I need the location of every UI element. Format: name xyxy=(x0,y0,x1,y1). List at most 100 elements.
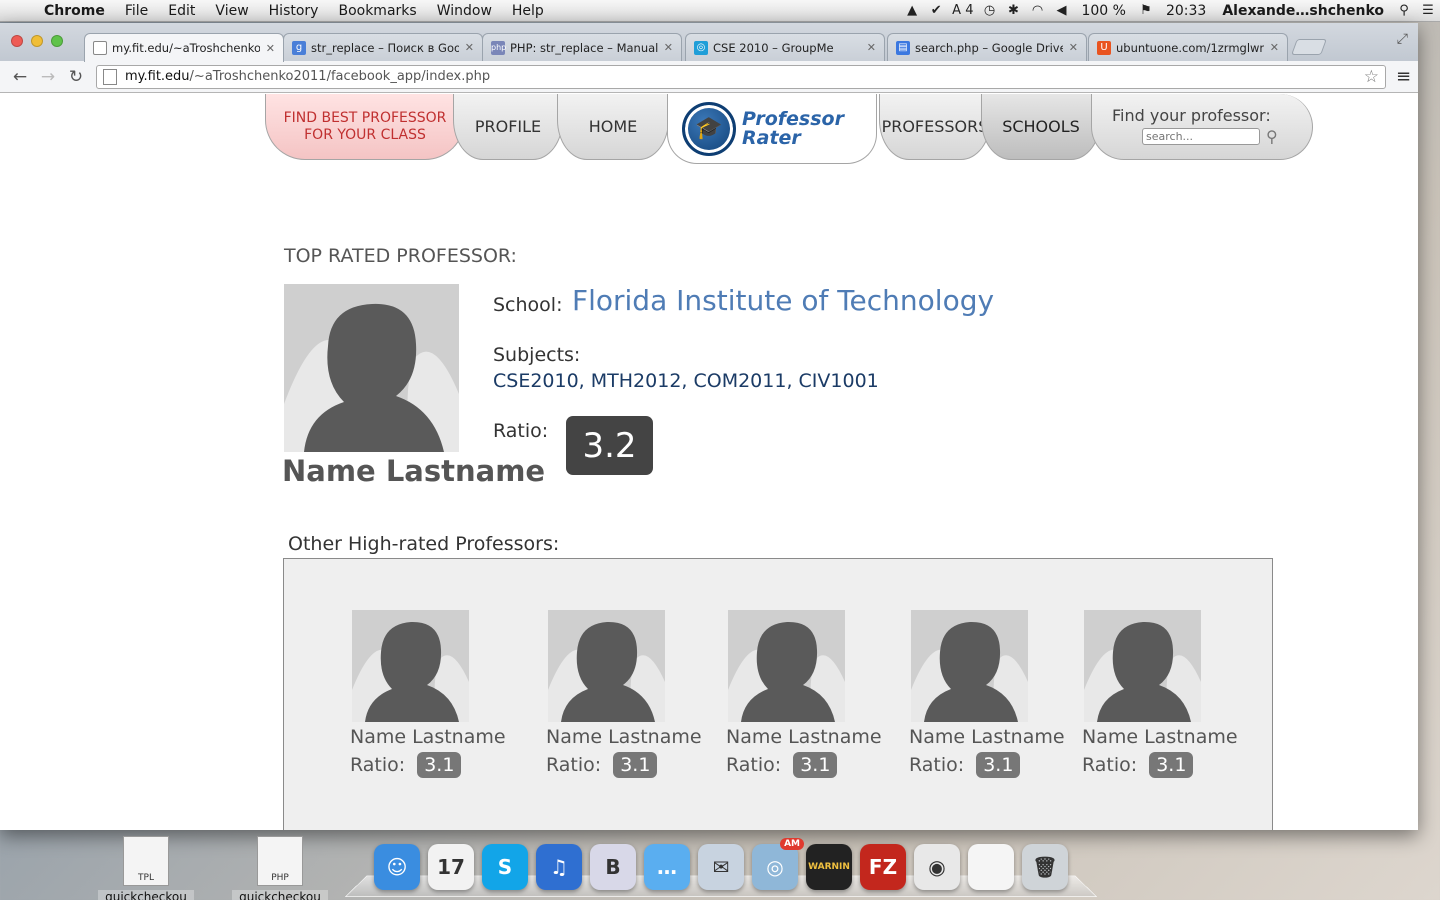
finder-icon[interactable]: ☺ xyxy=(374,844,420,890)
messages-icon[interactable]: … xyxy=(644,844,690,890)
address-bar[interactable]: my.fit.edu/~aTroshchenko2011/facebook_ap… xyxy=(96,64,1386,89)
desktop-file-tpl[interactable]: TPL quickcheckou xyxy=(98,836,194,900)
nav-schools[interactable]: SCHOOLS xyxy=(981,94,1101,160)
menu-bookmarks[interactable]: Bookmarks xyxy=(328,3,426,19)
itunes-icon[interactable]: ♫ xyxy=(536,844,582,890)
adobe-icon[interactable]: A 4 xyxy=(948,3,977,18)
google-drive-icon[interactable]: ▲ xyxy=(900,3,924,18)
tab-title: my.fit.edu/~aTroshchenko20 xyxy=(112,41,260,55)
mail-icon[interactable]: ✉ xyxy=(698,844,744,890)
menu-app-name[interactable]: Chrome xyxy=(40,3,115,19)
professor-ratio-badge: 3.1 xyxy=(976,752,1021,778)
professor-card[interactable]: Name Lastname Ratio: 3.1 xyxy=(1082,610,1242,778)
ubuntuone-favicon-icon: U xyxy=(1097,40,1111,55)
top-professor-name[interactable]: Name Lastname xyxy=(282,454,545,488)
professor-card[interactable]: Name Lastname Ratio: 3.1 xyxy=(726,610,886,778)
close-tab-icon[interactable]: ✕ xyxy=(867,41,876,54)
tab-4[interactable]: ▤ search.php – Google Drive ✕ xyxy=(887,33,1087,61)
site-logo[interactable]: 🎓 Professor Rater xyxy=(667,94,877,164)
clock[interactable]: 20:33 xyxy=(1158,3,1214,19)
time-machine-icon[interactable]: ◷ xyxy=(977,3,1001,18)
sequel-icon[interactable]: ◎ AM xyxy=(752,838,804,890)
professor-ratio-badge: 3.1 xyxy=(1149,752,1194,778)
chrome-menu-icon[interactable]: ≡ xyxy=(1396,66,1411,87)
close-window-icon[interactable] xyxy=(11,35,23,47)
tab-title: PHP: str_replace – Manual xyxy=(510,40,658,55)
professor-ratio-badge: 3.1 xyxy=(417,752,462,778)
calendar-icon[interactable]: 17 xyxy=(428,844,474,890)
forward-icon[interactable]: → xyxy=(34,67,62,87)
tab-title: search.php – Google Drive xyxy=(915,40,1063,55)
tab-0[interactable]: my.fit.edu/~aTroshchenko20 ✕ xyxy=(84,33,284,62)
close-tab-icon[interactable]: ✕ xyxy=(664,41,673,54)
nav-find-best-professor[interactable]: FIND BEST PROFESSOR FOR YOUR CLASS xyxy=(265,94,465,160)
logo-line1: Professor xyxy=(742,107,844,130)
professor-photo xyxy=(548,610,665,722)
tab-5[interactable]: U ubuntuone.com/1zrmglwnlA ✕ xyxy=(1088,33,1288,61)
menu-history[interactable]: History xyxy=(259,3,329,19)
school-label: School: xyxy=(493,294,563,316)
menu-window[interactable]: Window xyxy=(427,3,502,19)
skype-icon[interactable]: S xyxy=(482,844,528,890)
url-path: /~aTroshchenko2011/facebook_app/index.ph… xyxy=(189,69,491,84)
subjects-label: Subjects: xyxy=(493,344,581,366)
top-professor-photo xyxy=(284,284,459,452)
nav-home[interactable]: HOME xyxy=(557,94,669,160)
adobe-badge: 4 xyxy=(965,3,974,18)
trash-icon[interactable]: 🗑 xyxy=(1022,844,1068,890)
checkmark-icon[interactable]: ✔ xyxy=(924,3,948,18)
dock: ☺ 17 S ♫ B… ✉ ◎ AM WARNIN FZ ◉ 🗑 xyxy=(356,834,1086,900)
nav-profile[interactable]: PROFILE xyxy=(453,94,563,160)
close-tab-icon[interactable]: ✕ xyxy=(1069,41,1078,54)
professor-photo xyxy=(352,610,469,722)
professor-search-input[interactable] xyxy=(1142,127,1260,145)
menu-bar: Chrome File Edit View History Bookmarks … xyxy=(0,0,1440,22)
menu-file[interactable]: File xyxy=(115,3,158,19)
tab-3[interactable]: ◎ CSE 2010 – GroupMe ✕ xyxy=(685,33,885,61)
battery-status[interactable]: 100 % xyxy=(1073,3,1133,19)
spotlight-icon[interactable]: ⚲ xyxy=(1392,3,1416,18)
close-tab-icon[interactable]: ✕ xyxy=(266,42,275,55)
professor-ratio-label: Ratio: xyxy=(546,754,602,776)
professor-name: Name Lastname xyxy=(909,726,1065,748)
professor-card[interactable]: Name Lastname Ratio: 3.1 xyxy=(350,610,510,778)
desktop-file-php[interactable]: PHP quickcheckou xyxy=(232,836,328,900)
user-name[interactable]: Alexande…shchenko xyxy=(1214,3,1392,19)
groupme-favicon-icon: ◎ xyxy=(694,40,708,55)
bbedit-icon[interactable]: B xyxy=(590,844,636,890)
bookmark-star-icon[interactable]: ☆ xyxy=(1364,67,1379,87)
console-icon[interactable]: WARNIN xyxy=(806,844,852,890)
close-tab-icon[interactable]: ✕ xyxy=(465,41,474,54)
bluetooth-icon[interactable]: ✱ xyxy=(1001,3,1025,18)
tab-title: str_replace – Поиск в Google xyxy=(311,40,459,55)
nav-professors[interactable]: PROFESSORS xyxy=(879,94,991,160)
professor-card[interactable]: Name Lastname Ratio: 3.1 xyxy=(909,610,1069,778)
search-icon[interactable]: ⚲ xyxy=(1266,128,1278,145)
menu-help[interactable]: Help xyxy=(502,3,554,19)
minimize-window-icon[interactable] xyxy=(31,35,43,47)
filezilla-icon[interactable]: FZ xyxy=(860,844,906,890)
professor-card[interactable]: Name Lastname Ratio: 3.1 xyxy=(546,610,706,778)
professor-search-panel: Find your professor: ⚲ xyxy=(1091,94,1313,160)
back-icon[interactable]: ← xyxy=(6,67,34,87)
chrome-icon[interactable]: ◉ xyxy=(914,844,960,890)
fullscreen-icon[interactable]: ⤢ xyxy=(1397,31,1408,47)
new-tab-button[interactable] xyxy=(1291,39,1327,55)
window-controls xyxy=(11,35,63,47)
notifications-icon[interactable]: ☰ xyxy=(1416,3,1440,18)
school-link[interactable]: Florida Institute of Technology xyxy=(572,284,994,317)
document-icon[interactable] xyxy=(968,844,1014,890)
tab-strip: my.fit.edu/~aTroshchenko20 ✕ g str_repla… xyxy=(0,23,1418,62)
menu-view[interactable]: View xyxy=(205,3,258,19)
reload-icon[interactable]: ↻ xyxy=(62,67,90,87)
volume-icon[interactable]: ◀ xyxy=(1049,3,1073,18)
close-tab-icon[interactable]: ✕ xyxy=(1270,41,1279,54)
php-file-icon: PHP xyxy=(257,836,303,886)
flag-icon[interactable]: ⚑ xyxy=(1134,3,1158,18)
tab-1[interactable]: g str_replace – Поиск в Google ✕ xyxy=(283,33,483,61)
site-navbar: FIND BEST PROFESSOR FOR YOUR CLASS PROFI… xyxy=(265,94,1315,164)
tab-2[interactable]: php PHP: str_replace – Manual ✕ xyxy=(482,33,682,61)
wifi-icon[interactable]: ◠ xyxy=(1025,3,1049,18)
zoom-window-icon[interactable] xyxy=(51,35,63,47)
menu-edit[interactable]: Edit xyxy=(158,3,205,19)
